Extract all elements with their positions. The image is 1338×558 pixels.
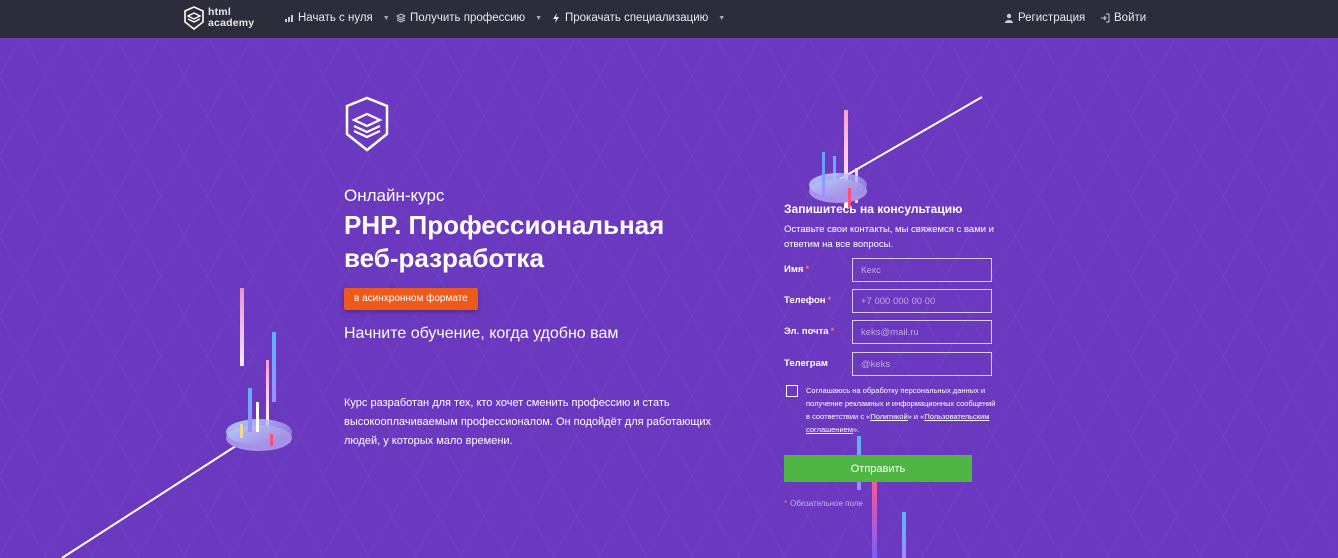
privacy-policy-link[interactable]: Политикой [870,412,907,421]
bar-chart-icon [285,15,293,22]
submit-button[interactable]: Отправить [784,455,972,482]
chevron-down-icon: ▼ [535,14,543,22]
shield-logo-icon [184,6,204,30]
nav-item-label: Начать с нуля [298,12,373,24]
nav-item-specialization[interactable]: Прокачать специализацию ▼ [551,12,725,24]
course-kicker: Онлайн-курс [344,186,445,205]
email-label: Эл. почта * [784,326,835,337]
logo-text-academy: academy [208,17,255,29]
chevron-down-icon: ▼ [382,14,390,22]
phone-row: Телефон * [784,289,994,313]
login-label: Войти [1114,12,1147,24]
phone-label: Телефон * [784,295,832,306]
telegram-label: Телеграм [784,358,828,369]
hero-section: Онлайн-курс PHP. Профессиональная веб-ра… [0,38,1338,558]
course-description: Курс разработан для тех, кто хочет смени… [344,397,712,447]
consent-text: Соглашаюсь на обработку персональных дан… [806,386,996,434]
stack-icon [396,13,406,23]
nav-item-profession[interactable]: Получить профессию ▼ [396,12,542,24]
format-badge: в асинхронном формате [344,288,478,310]
page-title: PHP. Профессиональная веб-разработка [344,209,724,275]
decorative-illustration [61,96,983,558]
name-row: Имя * [784,258,994,282]
required-mark: * [830,326,835,337]
name-input[interactable] [852,258,992,282]
consent-checkbox[interactable] [786,385,798,397]
name-label: Имя * [784,264,810,275]
form-title: Запишитесь на консультацию [784,202,963,216]
nav-item-label: Получить профессию [410,12,526,24]
login-icon [1101,13,1110,23]
lightning-icon [553,13,559,23]
telegram-input[interactable] [852,352,992,376]
user-icon [1005,13,1013,23]
phone-input[interactable] [852,289,992,313]
course-shield-icon [345,96,389,152]
email-row: Эл. почта * [784,320,994,344]
page-title-line: веб-разработка [344,243,544,273]
logo[interactable]: html academy [184,6,254,30]
required-field-note: * Обязательное поле [784,499,863,508]
nav-item-label: Прокачать специализацию [565,12,709,24]
chevron-down-icon: ▼ [718,14,726,22]
form-subtitle: Оставьте свои контакты, мы свяжемся с ва… [784,224,994,250]
required-mark: * [805,264,810,275]
register-label: Регистрация [1018,12,1086,24]
nav-item-start[interactable]: Начать с нуля ▼ [284,12,390,24]
email-input[interactable] [852,320,992,344]
hero-tagline: Начните обучение, когда удобно вам [344,325,619,342]
top-navigation: html academy Начать с нуля ▼ Получить пр… [0,0,1338,38]
telegram-row: Телеграм [784,352,994,376]
required-mark: * [827,295,832,306]
page-title-line: PHP. Профессиональная [344,210,665,240]
register-link[interactable]: Регистрация [1004,12,1085,24]
login-link[interactable]: Войти [1100,12,1146,24]
